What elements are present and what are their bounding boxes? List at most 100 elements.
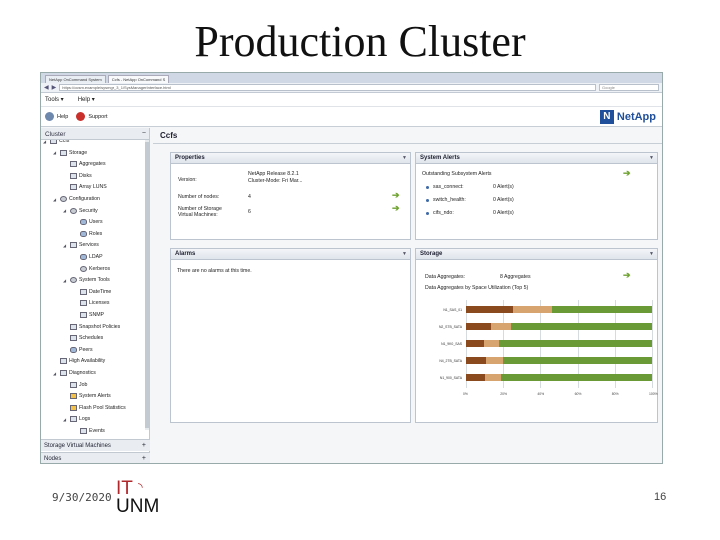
data-aggregates-label: Data Aggregates: [425, 274, 466, 280]
tree-item-label: Ccfs [59, 140, 70, 144]
back-icon[interactable]: ◀ [44, 84, 49, 91]
properties-title: Properties [175, 155, 205, 161]
collapse-icon[interactable]: ▼ [402, 155, 407, 161]
tree-item[interactable]: ◢ System Tools [63, 277, 110, 284]
system-alerts-body: Outstanding Subsystem Alerts ➔ sas_conne… [416, 164, 657, 240]
url-field[interactable]: https://ocsm.example/sysmgr_3_1/SysManag… [59, 84, 596, 91]
tree-item[interactable]: ◢ Configuration [53, 196, 100, 202]
tree-item[interactable]: Schedules [63, 335, 103, 342]
storage-header: Storage ▼ [416, 249, 657, 260]
tree-item[interactable]: Events [73, 428, 105, 434]
expand-toggle-icon[interactable]: ◢ [53, 150, 58, 155]
tree-item[interactable]: ◢ Ccfs [43, 140, 69, 144]
expand-toggle-icon[interactable]: ◢ [53, 371, 58, 376]
bar-used [466, 306, 514, 313]
tree-item-label: Aggregates [79, 161, 106, 168]
collapse-icon[interactable]: ▼ [649, 251, 654, 257]
slide-title: Production Cluster [194, 17, 526, 66]
alert-name-1: sas_connect: [433, 184, 464, 190]
arrow-right-icon[interactable]: ➔ [392, 204, 400, 213]
bar-used-light [485, 374, 502, 381]
browser-tab-2[interactable]: Ccfs - NetApp OnCommand S [107, 75, 170, 83]
expand-icon[interactable]: + [142, 455, 146, 462]
tree-item[interactable]: Job [63, 381, 88, 388]
tree-item[interactable]: System Alerts [63, 393, 111, 400]
tree-item[interactable]: Peers [63, 346, 93, 353]
support-button[interactable]: Support [76, 112, 108, 121]
tree-item[interactable]: Licenses [73, 300, 109, 307]
x-tick-label: 20% [500, 392, 507, 396]
menu-help[interactable]: Help ▾ [78, 96, 95, 103]
flash-pool-icon [70, 404, 77, 411]
collapse-icon[interactable]: ▼ [649, 155, 654, 161]
arrow-right-icon[interactable]: ➔ [623, 169, 631, 178]
snmp-icon [80, 312, 87, 318]
job-icon [70, 381, 77, 388]
bar-free [466, 306, 652, 313]
browser-tab-1[interactable]: NetApp OnCommand System [45, 75, 106, 83]
bar-category-label: N2_STB_SATA [438, 325, 462, 329]
expand-icon[interactable]: + [142, 442, 146, 449]
bar-free [466, 357, 652, 364]
x-tick-label: 40% [537, 392, 545, 396]
tree-item[interactable]: Users [73, 219, 103, 226]
tree-item[interactable]: Aggregates [63, 161, 106, 168]
tree-item[interactable]: ◢ Logs [63, 416, 90, 423]
tree-item[interactable]: Roles [73, 230, 103, 237]
tree-item[interactable]: Kerberos [73, 265, 110, 272]
disks-icon [70, 172, 77, 179]
netapp-logo-icon: N [599, 110, 614, 124]
tree-header[interactable]: Cluster − [41, 128, 149, 140]
tree-item[interactable]: Snapshot Policies [63, 323, 120, 330]
expand-toggle-icon[interactable]: ◢ [53, 197, 58, 202]
tree-item-label: Job [79, 381, 88, 388]
collapse-icon[interactable]: ▼ [402, 251, 407, 257]
tree-scroll-thumb[interactable] [145, 142, 149, 428]
data-aggregates-value: 8 Aggregates [500, 274, 531, 280]
tree-item[interactable]: DateTime [73, 288, 111, 295]
tree-item[interactable]: Array LUNS [63, 184, 107, 191]
expand-toggle-icon[interactable]: ◢ [63, 208, 68, 213]
bar-used-light [484, 340, 500, 347]
tree-item[interactable]: ◢ Storage [53, 149, 87, 156]
properties-body: Version: NetApp Release 8.2.1 Cluster-Mo… [171, 164, 410, 240]
navigation-tree: Cluster − ◢ Ccfs ◢ Storage Aggregates Disks Ar… [41, 128, 150, 463]
tree-item[interactable]: ◢ Security [63, 207, 98, 214]
tree-item-label: Users [89, 219, 103, 226]
forward-icon[interactable]: ▶ [52, 84, 57, 91]
alarms-title: Alarms [175, 251, 196, 257]
bar-free [466, 374, 652, 381]
kerberos-icon [80, 265, 87, 272]
tree-footer-svm-label: Storage Virtual Machines [44, 443, 111, 449]
expand-toggle-icon[interactable]: ◢ [43, 140, 48, 144]
arrow-right-icon[interactable]: ➔ [392, 191, 400, 200]
tree-item-label: Flash Pool Statistics [79, 404, 126, 411]
tree-item-label: Roles [89, 230, 103, 237]
it-logo-bottom: UNM [116, 496, 160, 517]
tree-item[interactable]: High Availability [53, 358, 105, 365]
browser-search-input[interactable]: Google [599, 84, 659, 91]
tree-item[interactable]: ◢ Services [63, 242, 99, 249]
help-button[interactable]: Help [45, 112, 68, 121]
tree-item[interactable]: LDAP [73, 254, 103, 260]
expand-toggle-icon[interactable]: ◢ [63, 278, 68, 283]
tree-item[interactable]: Flash Pool Statistics [63, 404, 126, 411]
menu-tools[interactable]: Tools ▾ [45, 96, 64, 103]
bar-used [466, 374, 486, 381]
arrow-right-icon[interactable]: ➔ [623, 271, 631, 280]
tree-item[interactable]: Disks [63, 172, 92, 179]
tree-item[interactable]: ◢ Diagnostics [53, 370, 96, 376]
nodes-value: 4 [248, 194, 251, 200]
peers-icon [70, 346, 77, 353]
app-toolbar: Help Support N NetApp [41, 107, 662, 127]
tree-item[interactable]: SNMP [73, 312, 104, 318]
system-alerts-title: System Alerts [420, 155, 460, 161]
netapp-logo: N NetApp [599, 110, 656, 124]
expand-toggle-icon[interactable]: ◢ [63, 417, 68, 422]
collapse-icon[interactable]: − [142, 130, 146, 137]
tree-item-label: Security [79, 207, 98, 214]
tree-footer-svm[interactable]: Storage Virtual Machines + [41, 439, 150, 451]
tree-footer-nodes[interactable]: Nodes + [41, 452, 150, 463]
tree-scrollbar[interactable] [145, 140, 149, 430]
expand-toggle-icon[interactable]: ◢ [63, 243, 68, 248]
